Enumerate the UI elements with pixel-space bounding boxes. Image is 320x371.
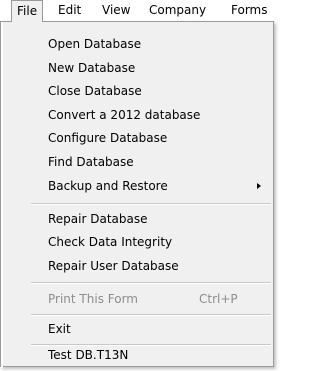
menu-item-exit[interactable]: Exit	[1, 318, 273, 340]
menu-item-label: Configure Database	[48, 131, 168, 145]
menu-item-close-database[interactable]: Close Database	[1, 80, 273, 102]
menu-item-find-database[interactable]: Find Database	[1, 151, 273, 173]
menu-item-print-this-form[interactable]: Print This Form Ctrl+P	[1, 288, 273, 310]
file-menu-dropdown: Open Database New Database Close Databas…	[0, 21, 274, 368]
menu-company[interactable]: Company	[149, 0, 206, 21]
menu-item-label: Exit	[48, 322, 71, 336]
menu-item-label: Open Database	[48, 37, 142, 51]
menu-item-label: Find Database	[48, 155, 134, 169]
menu-file[interactable]: File	[11, 0, 44, 22]
submenu-arrow-icon	[257, 183, 261, 189]
menu-item-repair-user-database[interactable]: Repair User Database	[1, 255, 273, 277]
menu-item-label: Convert a 2012 database	[48, 108, 201, 122]
menu-item-label: Repair Database	[48, 212, 148, 226]
menu-item-convert-2012-database[interactable]: Convert a 2012 database	[1, 104, 273, 126]
menu-item-label: Close Database	[48, 84, 142, 98]
menu-bar: File Edit View Company Forms	[0, 0, 279, 22]
menu-item-configure-database[interactable]: Configure Database	[1, 127, 273, 149]
menu-forms[interactable]: Forms	[231, 0, 267, 21]
menu-edit[interactable]: Edit	[58, 0, 81, 21]
menu-separator	[31, 203, 271, 205]
menu-item-label: Repair User Database	[48, 259, 179, 273]
menu-item-repair-database[interactable]: Repair Database	[1, 208, 273, 230]
menu-separator	[31, 314, 271, 316]
menu-item-open-database[interactable]: Open Database	[1, 33, 273, 55]
menu-item-new-database[interactable]: New Database	[1, 57, 273, 79]
menu-view[interactable]: View	[102, 0, 130, 21]
menu-item-label: New Database	[48, 61, 136, 75]
menu-item-check-data-integrity[interactable]: Check Data Integrity	[1, 231, 273, 253]
menu-item-backup-and-restore[interactable]: Backup and Restore	[1, 175, 273, 197]
menu-item-shortcut: Ctrl+P	[199, 292, 238, 306]
menu-item-label: Print This Form	[48, 292, 138, 306]
menu-item-label: Backup and Restore	[48, 179, 168, 193]
menu-item-label: Check Data Integrity	[48, 235, 173, 249]
menu-item-label: Test DB.T13N	[48, 348, 129, 362]
menu-separator	[31, 282, 271, 284]
menu-item-recent-database[interactable]: Test DB.T13N	[1, 344, 273, 366]
